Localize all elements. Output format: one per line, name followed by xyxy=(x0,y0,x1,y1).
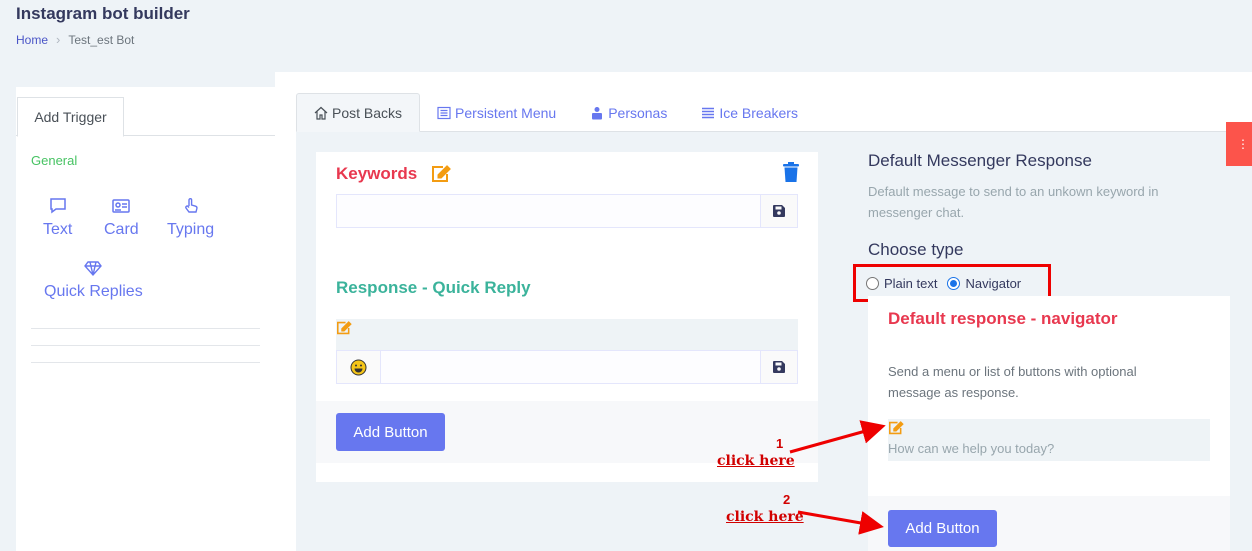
navigator-message-box[interactable]: How can we help you today? xyxy=(888,419,1210,461)
trigger-panel: Add Trigger General Text Card Typing Qui… xyxy=(16,87,276,551)
pointer-hand-icon xyxy=(184,198,198,213)
annotation-click-here: click here xyxy=(717,453,795,469)
tool-label: Quick Replies xyxy=(44,283,143,300)
divider xyxy=(31,345,260,346)
diamond-icon xyxy=(84,261,103,277)
builder-tabs: Post Backs Persistent Menu Personas Ice … xyxy=(296,93,1252,132)
divider xyxy=(31,328,260,329)
tool-card[interactable]: Card xyxy=(104,197,139,239)
user-icon xyxy=(592,106,603,119)
lines-icon xyxy=(702,107,715,118)
choose-type-label: Choose type xyxy=(868,240,964,259)
tab-persistent-menu[interactable]: Persistent Menu xyxy=(420,93,573,132)
tab-content: Keywords Response - Quick Reply Add Butt… xyxy=(296,132,1252,551)
tab-label: Personas xyxy=(608,104,668,121)
grip-icon: ⋮ xyxy=(1237,137,1249,151)
radio-circle[interactable] xyxy=(866,276,879,290)
navigator-description: Send a menu or list of buttons with opti… xyxy=(888,364,1137,400)
emoji-icon xyxy=(350,359,367,375)
annotation-click-here: click here xyxy=(726,509,804,525)
chevron-right-icon: › xyxy=(56,32,61,47)
breadcrumb: Home › Test_est Bot xyxy=(16,32,134,47)
tab-personas[interactable]: Personas xyxy=(573,93,684,132)
list-icon xyxy=(437,106,451,119)
tab-label: Post Backs xyxy=(332,104,403,121)
floppy-icon xyxy=(773,205,785,217)
default-response-title: Default Messenger Response xyxy=(868,151,1092,170)
quick-reply-title: Response - Quick Reply xyxy=(336,278,531,297)
add-button-keywords[interactable]: Add Button xyxy=(336,413,445,451)
tab-add-trigger[interactable]: Add Trigger xyxy=(17,97,124,137)
annotation-number: 2 xyxy=(783,492,791,507)
edit-icon[interactable] xyxy=(336,321,352,335)
tool-quick-replies[interactable]: Quick Replies xyxy=(44,259,143,301)
edit-icon[interactable] xyxy=(431,165,452,183)
breadcrumb-home-link[interactable]: Home xyxy=(16,33,48,47)
save-keyword-button[interactable] xyxy=(760,195,797,227)
divider xyxy=(31,362,260,363)
tool-label: Typing xyxy=(167,221,215,238)
home-icon xyxy=(314,106,328,120)
emoji-button[interactable] xyxy=(337,351,381,383)
radio-plain-text[interactable]: Plain text xyxy=(866,276,937,291)
quick-reply-input[interactable] xyxy=(381,351,760,383)
tab-post-backs[interactable]: Post Backs xyxy=(296,93,421,132)
tab-label: Persistent Menu xyxy=(455,104,557,121)
message-placeholder: How can we help you today? xyxy=(888,441,1055,456)
builder-panel: Post Backs Persistent Menu Personas Ice … xyxy=(275,72,1252,551)
keywords-heading: Keywords xyxy=(336,164,452,184)
quick-reply-input-group xyxy=(336,350,798,384)
add-button-navigator[interactable]: Add Button xyxy=(888,510,997,547)
radio-label: Navigator xyxy=(965,275,1022,291)
navigator-title: Default response - navigator xyxy=(888,309,1118,328)
keywords-title: Keywords xyxy=(336,164,418,183)
edit-icon[interactable] xyxy=(888,421,904,435)
radio-circle-selected[interactable] xyxy=(947,276,961,290)
annotation-number: 1 xyxy=(776,436,784,451)
page-title: Instagram bot builder xyxy=(16,4,190,23)
tool-text[interactable]: Text xyxy=(43,197,72,239)
radio-label: Plain text xyxy=(884,275,938,291)
breadcrumb-current: Test_est Bot xyxy=(68,32,135,47)
tool-label: Text xyxy=(43,221,73,238)
tab-label: Ice Breakers xyxy=(719,104,798,121)
trigger-tabs: Add Trigger xyxy=(16,87,275,137)
chat-bubble-icon xyxy=(49,198,66,214)
trash-icon[interactable] xyxy=(782,162,800,182)
quick-reply-toolbar xyxy=(336,319,798,350)
section-label-general: General xyxy=(31,153,78,168)
radio-navigator[interactable]: Navigator xyxy=(947,276,1021,291)
tab-ice-breakers[interactable]: Ice Breakers xyxy=(684,93,815,132)
floppy-icon xyxy=(773,361,785,373)
keyword-input-group xyxy=(336,194,798,228)
save-quick-reply-button[interactable] xyxy=(760,351,797,383)
id-card-icon xyxy=(112,199,131,213)
default-response-description: Default message to send to an unkown key… xyxy=(868,184,1159,220)
keyword-input[interactable] xyxy=(337,195,760,227)
navigator-card: Default response - navigator Send a menu… xyxy=(868,296,1230,496)
side-settings-tab[interactable]: ⋮ xyxy=(1226,122,1252,166)
tool-label: Card xyxy=(104,221,139,238)
tool-typing[interactable]: Typing xyxy=(167,197,214,239)
